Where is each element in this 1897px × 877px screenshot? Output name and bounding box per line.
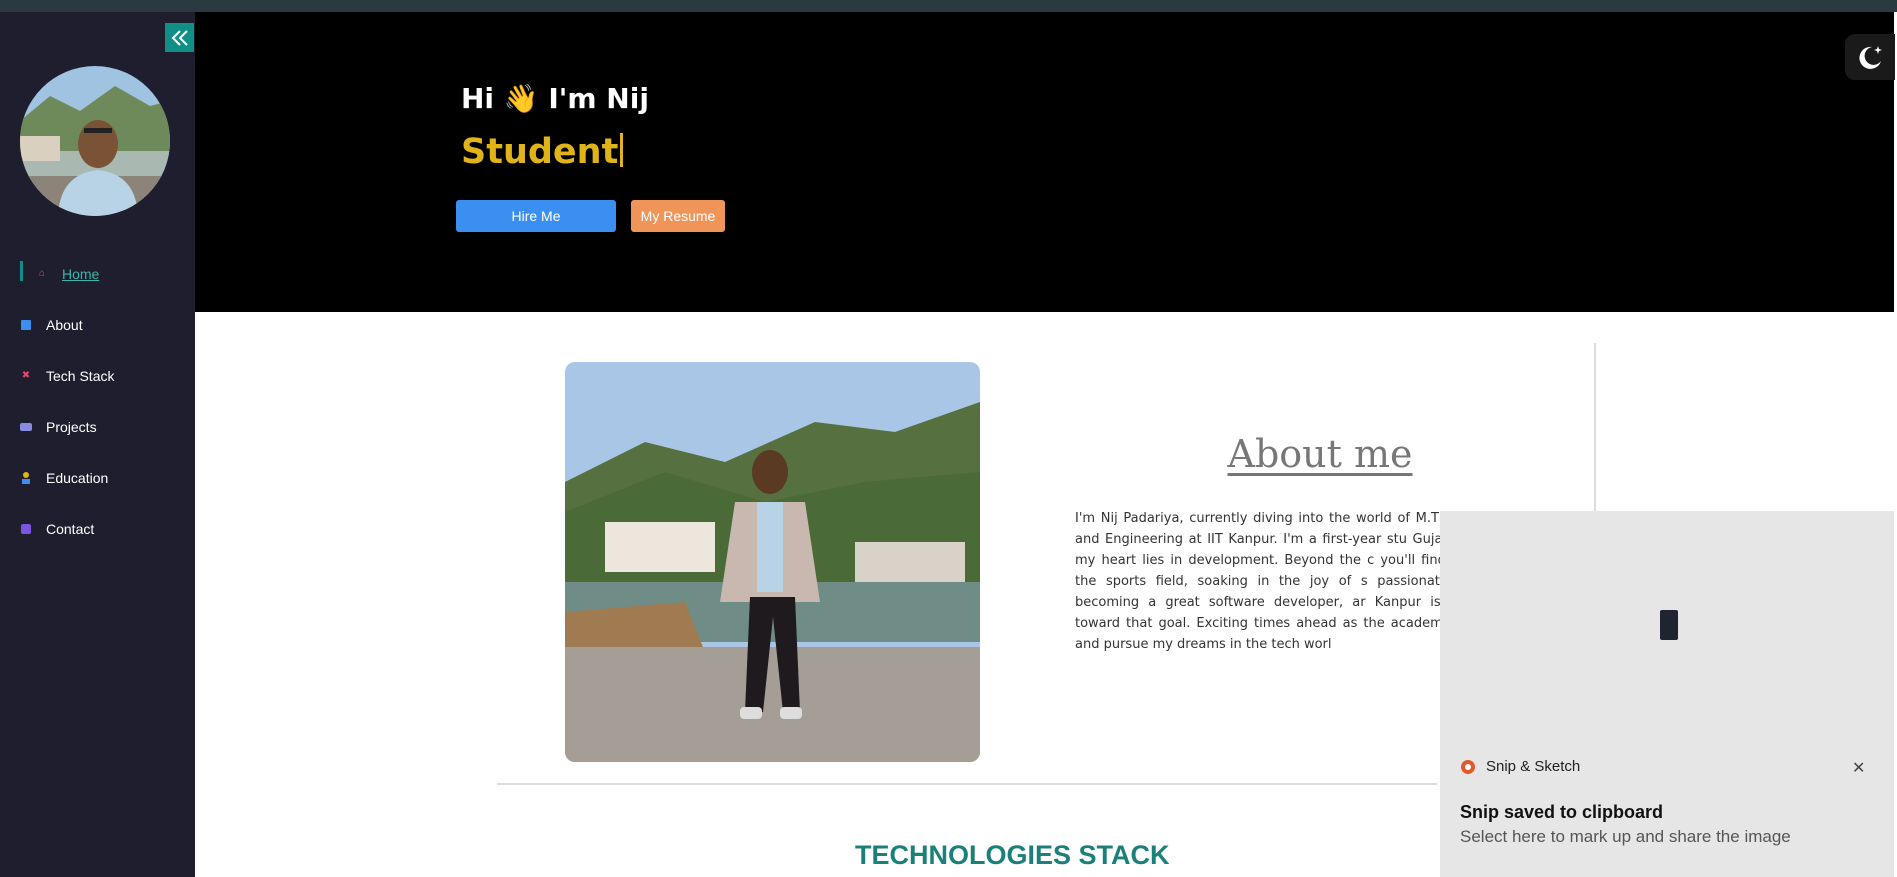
double-chevron-left-icon: [171, 29, 188, 46]
moon-icon: [1859, 46, 1882, 69]
home-icon: ⌂: [38, 268, 46, 279]
toast-app-name: Snip & Sketch: [1486, 758, 1581, 775]
sidebar-item-label: Tech Stack: [46, 367, 115, 384]
browser-top-strip: [0, 0, 1897, 12]
role-text: Student: [461, 132, 619, 172]
sidebar-item-about[interactable]: About: [0, 299, 195, 350]
hero-greeting: Hi 👋 I'm Nij: [461, 82, 649, 115]
sidebar-item-label: About: [46, 316, 83, 333]
toast-app-row: Snip & Sketch: [1460, 758, 1580, 775]
section-divider: [497, 783, 1437, 785]
about-title: About me: [1227, 432, 1413, 476]
projects-icon: [20, 421, 32, 433]
typing-cursor: [620, 133, 624, 167]
hero-section: Hi 👋 I'm Nij Student Hire Me My Resume: [195, 12, 1894, 312]
sidebar-item-home[interactable]: ⌂ Home: [0, 248, 195, 299]
sidebar-nav: ⌂ Home About ✖ Tech Stack Projects Educa…: [0, 248, 195, 554]
sidebar-item-label: Projects: [46, 418, 97, 435]
section-divider-vertical: [1594, 343, 1596, 513]
toast-title: Snip saved to clipboard: [1460, 802, 1664, 822]
tech-icon: ✖: [21, 370, 31, 381]
sidebar-item-label: Education: [46, 469, 109, 486]
sidebar-item-contact[interactable]: Contact: [0, 503, 195, 554]
my-resume-button[interactable]: My Resume: [631, 200, 725, 232]
theme-toggle-button[interactable]: [1845, 34, 1895, 80]
sidebar: ⌂ Home About ✖ Tech Stack Projects Educa…: [0, 12, 195, 877]
contact-icon: [20, 523, 32, 535]
toast-subtitle: Select here to mark up and share the ima…: [1460, 827, 1791, 846]
clipboard-preview-icon: [1660, 610, 1678, 640]
snip-sketch-icon: [1461, 759, 1475, 774]
sidebar-item-projects[interactable]: Projects: [0, 401, 195, 452]
sidebar-item-label: Contact: [46, 520, 95, 537]
education-icon: [20, 471, 32, 484]
about-text: I'm Nij Padariya, currently diving into …: [1075, 511, 1495, 652]
hire-me-button[interactable]: Hire Me: [456, 200, 616, 232]
toast-close-icon[interactable]: ✕: [1852, 758, 1865, 778]
hero-role: Student: [461, 132, 624, 172]
about-photo: [565, 362, 980, 762]
sidebar-item-label: Home: [62, 265, 100, 282]
info-icon: [20, 319, 32, 331]
avatar: [20, 66, 170, 216]
tech-stack-title: TECHNOLOGIES STACK: [855, 840, 1170, 870]
sidebar-item-education[interactable]: Education: [0, 452, 195, 503]
sidebar-item-tech-stack[interactable]: ✖ Tech Stack: [0, 350, 195, 401]
collapse-sidebar-button[interactable]: [165, 23, 194, 52]
